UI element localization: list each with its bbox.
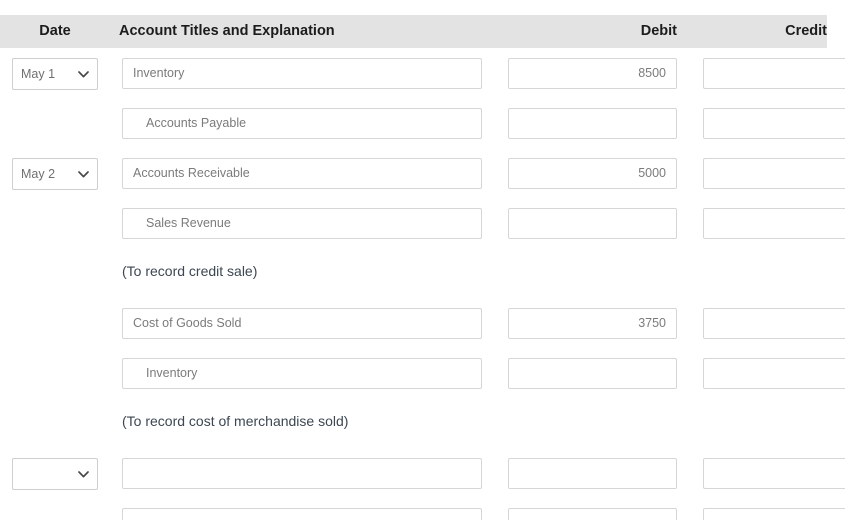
debit-amount-input[interactable] — [508, 458, 677, 489]
credit-amount-input[interactable] — [703, 158, 845, 189]
table-row: May 2 Accounts Receivable 5000 — [0, 155, 845, 205]
table-row: Cost of Goods Sold 3750 — [0, 305, 845, 355]
account-title-input[interactable]: Cost of Goods Sold — [122, 308, 482, 339]
column-header-date: Date — [39, 23, 71, 39]
credit-amount-input[interactable] — [703, 108, 845, 139]
chevron-down-icon — [78, 59, 89, 89]
explanation-row: (To record credit sale) — [0, 255, 845, 305]
account-title-input[interactable]: Sales Revenue — [122, 208, 482, 239]
table-row: Inventory — [0, 355, 845, 405]
date-select[interactable]: May 1 — [12, 58, 98, 90]
explanation-text: (To record cost of merchandise sold) — [122, 413, 349, 429]
account-title-input[interactable]: Inventory — [122, 358, 482, 389]
account-title-input[interactable]: Inventory — [122, 58, 482, 89]
debit-amount-input[interactable] — [508, 358, 677, 389]
credit-amount-input[interactable] — [703, 58, 845, 89]
date-select[interactable] — [12, 458, 98, 490]
column-header-debit: Debit — [640, 23, 677, 39]
column-header-credit: Credit — [785, 23, 827, 39]
chevron-down-icon — [78, 459, 89, 489]
credit-amount-input[interactable] — [703, 208, 845, 239]
debit-amount-input[interactable]: 3750 — [508, 308, 677, 339]
table-header-row: Date Account Titles and Explanation Debi… — [0, 15, 827, 48]
chevron-down-icon — [78, 159, 89, 189]
credit-amount-input[interactable] — [703, 458, 845, 489]
account-title-input[interactable] — [122, 458, 482, 489]
debit-amount-input[interactable] — [508, 208, 677, 239]
credit-amount-input[interactable] — [703, 308, 845, 339]
table-row: Accounts Payable — [0, 105, 845, 155]
explanation-row: (To record cost of merchandise sold) — [0, 405, 845, 455]
date-select-value: May 1 — [21, 67, 56, 81]
table-row: May 1 Inventory 8500 — [0, 55, 845, 105]
account-title-input[interactable]: Accounts Payable — [122, 108, 482, 139]
debit-amount-input[interactable] — [508, 108, 677, 139]
credit-amount-input[interactable] — [703, 358, 845, 389]
account-title-input[interactable] — [122, 508, 482, 520]
debit-amount-input[interactable] — [508, 508, 677, 520]
date-select[interactable]: May 2 — [12, 158, 98, 190]
date-select-value: May 2 — [21, 167, 56, 181]
table-row — [0, 455, 845, 505]
journal-entry-table: Date Account Titles and Explanation Debi… — [0, 0, 845, 520]
debit-amount-input[interactable]: 8500 — [508, 58, 677, 89]
table-row: Sales Revenue — [0, 205, 845, 255]
credit-amount-input[interactable] — [703, 508, 845, 520]
debit-amount-input[interactable]: 5000 — [508, 158, 677, 189]
explanation-text: (To record credit sale) — [122, 263, 258, 279]
column-header-account: Account Titles and Explanation — [119, 23, 335, 39]
table-row — [0, 505, 845, 520]
account-title-input[interactable]: Accounts Receivable — [122, 158, 482, 189]
